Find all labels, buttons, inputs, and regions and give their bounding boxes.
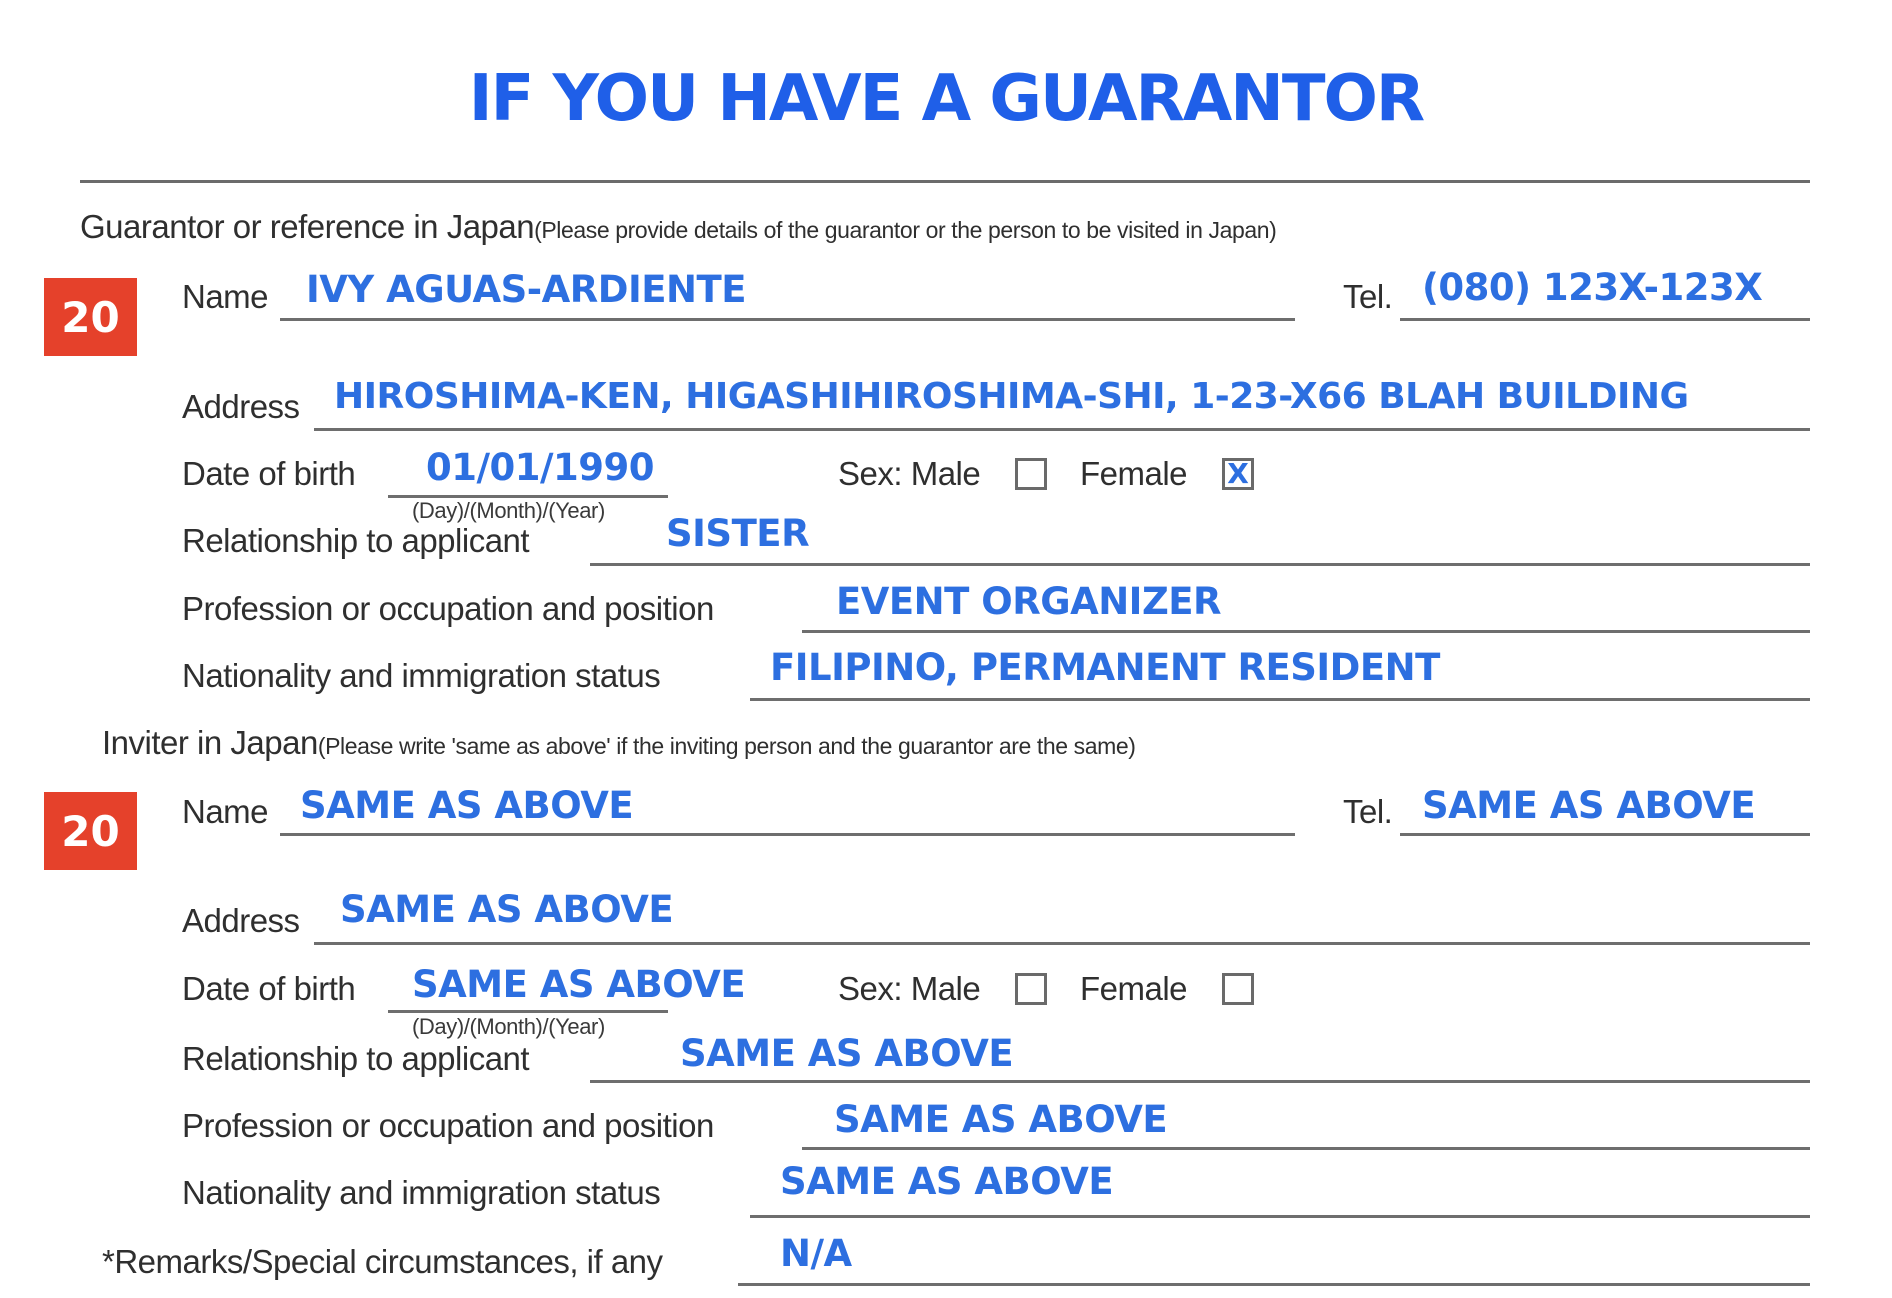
guarantor-dob-label: Date of birth	[182, 455, 356, 492]
checkbox-x-mark-icon: X	[1227, 457, 1249, 490]
inviter-tel-label: Tel.	[1343, 793, 1393, 830]
guarantor-tel-field[interactable]: (080) 123X-123X	[1422, 266, 1763, 309]
inviter-name-field[interactable]: SAME AS ABOVE	[300, 784, 634, 827]
guarantor-tel-label: Tel.	[1343, 278, 1393, 315]
remarks-underline	[738, 1283, 1810, 1286]
inviter-address-field[interactable]: SAME AS ABOVE	[340, 888, 674, 931]
inviter-profession-underline	[802, 1147, 1810, 1150]
inviter-tel-underline	[1400, 833, 1810, 836]
guarantor-female-checkbox[interactable]: X	[1222, 458, 1254, 490]
top-divider	[80, 180, 1810, 183]
guarantor-profession-underline	[802, 630, 1810, 633]
inviter-female-checkbox[interactable]	[1222, 973, 1254, 1005]
inviter-name-label: Name	[182, 793, 269, 830]
inviter-section-note: (Please write 'same as above' if the inv…	[317, 733, 1136, 759]
guarantor-relationship-underline	[590, 563, 1810, 566]
guarantor-name-label: Name	[182, 278, 269, 315]
guarantor-name-underline	[280, 318, 1295, 321]
page-title: IF YOU HAVE A GUARANTOR	[468, 62, 1425, 136]
inviter-nationality-field[interactable]: SAME AS ABOVE	[780, 1160, 1114, 1203]
guarantor-section-label: Guarantor or reference in Japan	[80, 208, 535, 245]
guarantor-address-field[interactable]: HIROSHIMA-KEN, HIGASHIHIROSHIMA-SHI, 1-2…	[334, 376, 1689, 417]
inviter-tel-field[interactable]: SAME AS ABOVE	[1422, 784, 1756, 827]
guarantor-nationality-field[interactable]: FILIPINO, PERMANENT RESIDENT	[770, 646, 1440, 689]
inviter-address-underline	[314, 942, 1810, 945]
item-number-badge: 20	[44, 278, 137, 356]
item-number-badge: 20	[44, 792, 137, 870]
inviter-sex-male-label: Sex: Male	[838, 970, 981, 1007]
guarantor-male-checkbox[interactable]	[1015, 458, 1047, 490]
guarantor-nationality-label: Nationality and immigration status	[182, 657, 661, 694]
remarks-label: *Remarks/Special circumstances, if any	[102, 1243, 663, 1280]
guarantor-female-label: Female	[1080, 455, 1188, 492]
guarantor-profession-field[interactable]: EVENT ORGANIZER	[836, 580, 1222, 623]
inviter-dob-format-hint: (Day)/(Month)/(Year)	[412, 1014, 605, 1039]
inviter-profession-field[interactable]: SAME AS ABOVE	[834, 1098, 1168, 1141]
inviter-section-header: Inviter in Japan(Please write 'same as a…	[102, 724, 1136, 762]
guarantor-relationship-field[interactable]: SISTER	[666, 512, 810, 555]
inviter-section-label: Inviter in Japan	[102, 724, 318, 761]
guarantor-tel-underline	[1400, 318, 1810, 321]
remarks-field[interactable]: N/A	[780, 1232, 852, 1275]
guarantor-address-label: Address	[182, 388, 300, 425]
guarantor-section-note: (Please provide details of the guarantor…	[534, 217, 1277, 243]
guarantor-relationship-label: Relationship to applicant	[182, 522, 530, 559]
inviter-relationship-label: Relationship to applicant	[182, 1040, 530, 1077]
inviter-relationship-field[interactable]: SAME AS ABOVE	[680, 1032, 1014, 1075]
inviter-dob-underline	[388, 1010, 668, 1013]
inviter-nationality-label: Nationality and immigration status	[182, 1174, 661, 1211]
guarantor-section-header: Guarantor or reference in Japan(Please p…	[80, 208, 1277, 246]
inviter-relationship-underline	[590, 1080, 1810, 1083]
guarantor-sex-male-label: Sex: Male	[838, 455, 981, 492]
guarantor-address-underline	[314, 428, 1810, 431]
guarantor-name-field[interactable]: IVY AGUAS-ARDIENTE	[306, 268, 747, 311]
inviter-male-checkbox[interactable]	[1015, 973, 1047, 1005]
guarantor-dob-format-hint: (Day)/(Month)/(Year)	[412, 498, 605, 523]
inviter-nationality-underline	[750, 1215, 1810, 1218]
guarantor-dob-field[interactable]: 01/01/1990	[426, 446, 654, 489]
inviter-female-label: Female	[1080, 970, 1188, 1007]
guarantor-nationality-underline	[750, 698, 1810, 701]
inviter-name-underline	[280, 833, 1295, 836]
inviter-dob-label: Date of birth	[182, 970, 356, 1007]
inviter-profession-label: Profession or occupation and position	[182, 1107, 714, 1144]
guarantor-profession-label: Profession or occupation and position	[182, 590, 714, 627]
inviter-dob-field[interactable]: SAME AS ABOVE	[412, 963, 746, 1006]
inviter-address-label: Address	[182, 902, 300, 939]
